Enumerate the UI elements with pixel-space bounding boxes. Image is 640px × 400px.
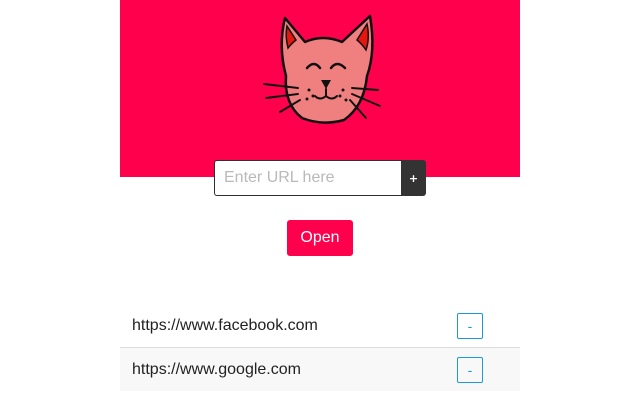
remove-url-button[interactable]: - — [457, 312, 483, 339]
url-list-item: https://www.facebook.com - — [120, 304, 520, 347]
cat-face-icon — [263, 14, 381, 124]
header-banner — [120, 0, 520, 177]
open-button[interactable]: Open — [287, 220, 353, 256]
app-container: + Open https://www.facebook.com - https:… — [120, 0, 520, 400]
url-list-item: https://www.google.com - — [120, 347, 520, 391]
url-input[interactable] — [214, 160, 401, 196]
url-input-group: + — [214, 160, 426, 196]
url-list: https://www.facebook.com - https://www.g… — [120, 304, 520, 391]
url-text: https://www.facebook.com — [132, 316, 318, 334]
remove-url-button[interactable]: - — [457, 356, 483, 383]
url-text: https://www.google.com — [132, 360, 301, 378]
add-url-button[interactable]: + — [401, 160, 426, 196]
